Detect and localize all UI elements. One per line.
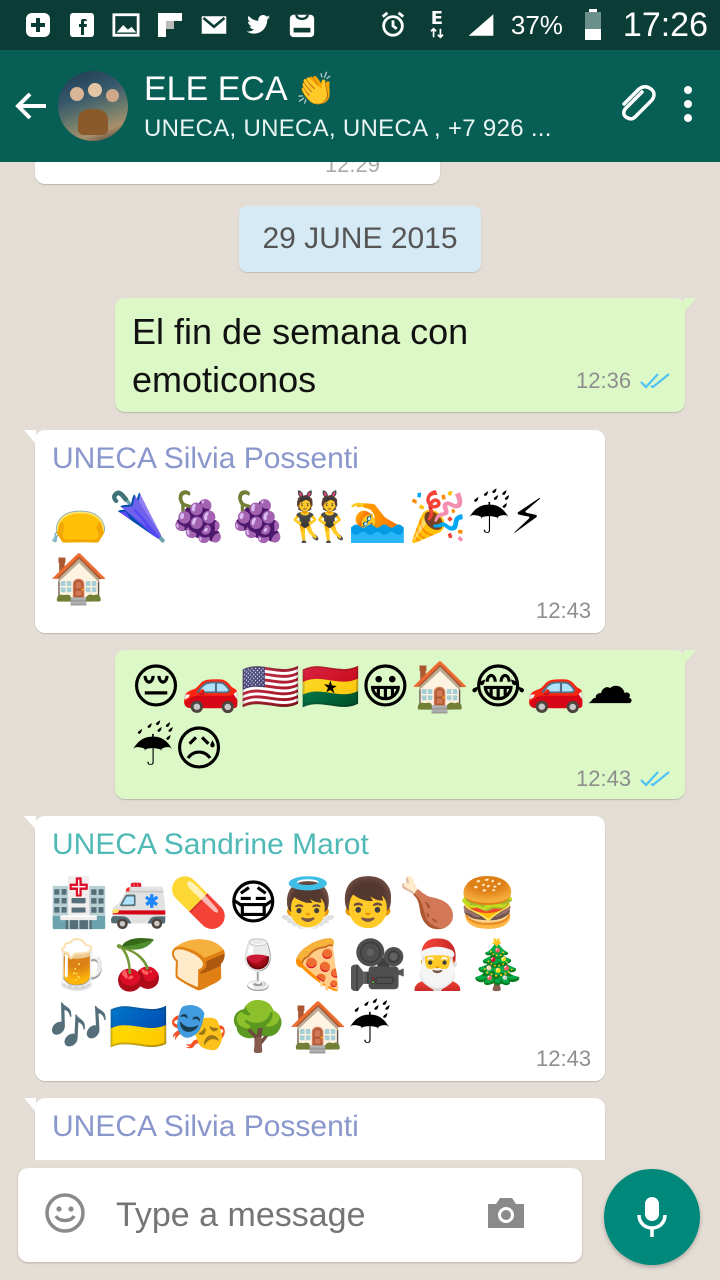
clock: 17:26 [622, 5, 708, 44]
battery-icon [579, 9, 607, 40]
system-status: E 37% 17:26 [379, 6, 708, 45]
bubble-tail [684, 298, 696, 312]
network-type: E [430, 8, 443, 29]
message-time: 12:36 [576, 368, 632, 393]
more-vertical-icon [684, 86, 692, 122]
message-composer [18, 1168, 582, 1262]
emoji-message: 🏥🚑💊😷👼👦🍗🍔🍺🍒🍞🍷🍕🎥🎅🎄🎶🇺🇦🎭🌳🏠☔ [49, 875, 528, 1055]
clapping-hands-icon: 👏 [295, 71, 336, 107]
voice-record-button[interactable] [604, 1169, 700, 1265]
emoji-message: 😔🚗🇺🇸🇬🇭😀🏠😂🚗☁☔😥 [131, 659, 634, 777]
add-icon [24, 11, 52, 39]
message-bubble-incoming[interactable]: UNECA Silvia Possenti [35, 1098, 605, 1160]
chat-title-text: ELE ECA [144, 69, 288, 108]
sender-name: UNECA Silvia Possenti [52, 1110, 359, 1143]
message-list[interactable]: 12:29 29 JUNE 2015 El fin de semana con … [0, 162, 720, 1160]
camera-icon [488, 1198, 524, 1228]
message-bubble-outgoing[interactable]: 😔🚗🇺🇸🇬🇭😀🏠😂🚗☁☔😥 12:43 [115, 650, 685, 799]
sender-name: UNECA Silvia Possenti [52, 442, 359, 475]
twitter-icon [244, 11, 272, 39]
group-avatar[interactable] [58, 71, 128, 141]
back-button[interactable] [0, 50, 64, 162]
camera-button[interactable] [484, 1194, 528, 1236]
chat-info[interactable]: ELE ECA 👏 UNECA, UNECA, UNECA , +7 926 .… [144, 70, 612, 143]
gmail-icon [200, 11, 228, 39]
message-time: 12:43 [576, 766, 632, 791]
facebook-icon [68, 11, 96, 39]
signal-icon [467, 11, 495, 39]
message-bubble-incoming[interactable]: UNECA Sandrine Marot 🏥🚑💊😷👼👦🍗🍔🍺🍒🍞🍷🍕🎥🎅🎄🎶🇺🇦… [35, 816, 605, 1081]
microphone-icon [637, 1197, 667, 1237]
data-arrows-icon: E [423, 8, 451, 39]
message-text: El fin de semana con emoticonos [132, 311, 469, 400]
message-input[interactable] [114, 1194, 478, 1236]
read-ticks-icon [640, 771, 670, 787]
bubble-tail [684, 650, 696, 664]
smiley-icon [45, 1193, 85, 1233]
chat-header: ELE ECA 👏 UNECA, UNECA, UNECA , +7 926 .… [0, 50, 720, 162]
arrow-left-icon [15, 92, 46, 120]
date-separator: 29 JUNE 2015 [239, 206, 481, 272]
emoji-message: 👝🌂🍇🍇👯🏊🎉☔⚡🏠 [49, 489, 545, 607]
emoji-button[interactable] [44, 1192, 86, 1238]
alarm-icon [379, 11, 407, 39]
read-ticks-icon [640, 373, 670, 389]
paperclip-icon [622, 85, 656, 121]
message-bubble-incoming[interactable]: UNECA Silvia Possenti 👝🌂🍇🍇👯🏊🎉☔⚡🏠 12:43 [35, 430, 605, 633]
header-actions [612, 80, 696, 132]
status-bar: E 37% 17:26 [0, 0, 720, 50]
chat-title: ELE ECA 👏 [144, 70, 612, 109]
chat-participants: UNECA, UNECA, UNECA , +7 926 ... [144, 114, 552, 142]
image-icon [112, 11, 140, 39]
attach-button[interactable] [612, 80, 660, 132]
battery-percent: 37% [510, 9, 563, 40]
message-time: 12:43 [536, 1046, 592, 1071]
message-time: 12:43 [536, 598, 592, 623]
galaxy-store-icon [288, 11, 316, 39]
sender-name: UNECA Sandrine Marot [52, 828, 369, 861]
message-time: 12:29 [324, 162, 380, 177]
notification-icons [24, 11, 316, 39]
message-bubble-outgoing[interactable]: El fin de semana con emoticonos 12:36 [115, 298, 685, 412]
message-bubble-partial[interactable]: 12:29 [35, 162, 440, 184]
flipboard-icon [156, 11, 184, 39]
more-options-button[interactable] [680, 84, 696, 128]
